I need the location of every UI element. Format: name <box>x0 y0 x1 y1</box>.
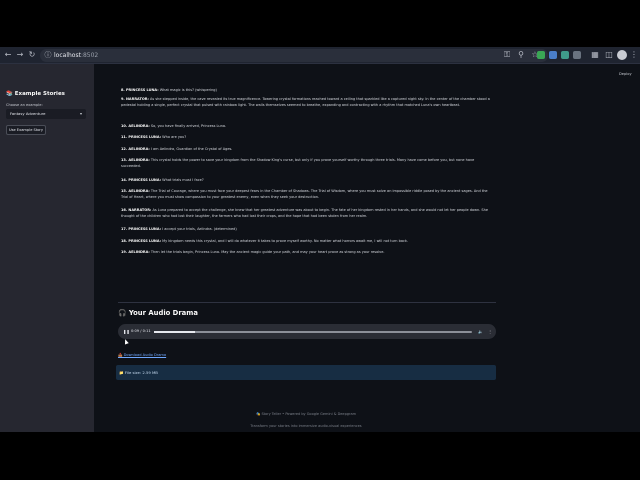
key-icon[interactable]: ⚿ <box>502 50 512 60</box>
script-text: My kingdom needs this crystal, and I wil… <box>161 239 409 243</box>
chevron-down-icon: ▾ <box>79 111 82 116</box>
script-text: What trials must I face? <box>161 178 204 182</box>
script-line: 13. AELINDRA: This crystal holds the pow… <box>121 158 494 170</box>
script-line: 14. PRINCESS LUNA: What trials must I fa… <box>121 178 494 184</box>
puzzle-icon[interactable]: ▦ <box>590 50 600 60</box>
url-text: localhost:8502 <box>54 52 99 59</box>
script-speaker: 11. PRINCESS LUNA: <box>121 135 162 139</box>
more-options-icon[interactable]: ⋮ <box>488 324 492 339</box>
script-speaker: 12. AELINDRA: <box>121 147 150 151</box>
script-speaker: 10. AELINDRA: <box>121 124 150 128</box>
info-icon[interactable]: ⓘ <box>43 50 53 60</box>
script-line: 16. NARRATOR: As Luna prepared to accept… <box>121 208 494 220</box>
script-text: What magic is this? (whispering) <box>158 88 217 92</box>
script-text: As Luna prepared to accept the challenge… <box>121 208 489 218</box>
pause-icon[interactable]: ❚❚ <box>123 324 130 339</box>
extension-icon[interactable] <box>537 51 545 59</box>
audio-player[interactable]: ❚❚ 0:09 / 0:11 🔈 ⋮ <box>118 324 496 339</box>
script-speaker: 18. PRINCESS LUNA: <box>121 239 162 243</box>
script-line: 12. AELINDRA: I am Aelindra, Guardian of… <box>121 147 494 153</box>
section-title: 🎧 Your Audio Drama <box>118 309 198 317</box>
use-example-button[interactable]: Use Example Story <box>6 125 46 135</box>
audio-time: 0:09 / 0:11 <box>131 329 151 333</box>
script-speaker: 17. PRINCESS LUNA: <box>121 227 162 231</box>
script-text: I am Aelindra, Guardian of the Crystal o… <box>149 147 233 151</box>
script-text: This crystal holds the power to save you… <box>121 158 475 168</box>
arrow-right-icon[interactable]: → <box>15 50 25 60</box>
extension-icon[interactable] <box>573 51 581 59</box>
script-speaker: 15. AELINDRA: <box>121 189 150 193</box>
script-line: 9. NARRATOR: As she stepped inside, the … <box>121 97 494 109</box>
browser-toolbar: ← → ↻ ⓘ localhost:8502 ⚿ ⚲ ☆ ▦ ◫ ⋮ <box>0 47 640 64</box>
script-text: Who are you? <box>161 135 187 139</box>
zoom-icon[interactable]: ⚲ <box>516 50 526 60</box>
audio-progress-track[interactable] <box>154 331 472 333</box>
volume-icon[interactable]: 🔈 <box>478 324 483 339</box>
extension-icon[interactable] <box>549 51 557 59</box>
arrow-left-icon[interactable]: ← <box>3 50 13 60</box>
script-line: 8. PRINCESS LUNA: What magic is this? (w… <box>121 88 494 94</box>
script-text: Then let the trials begin, Princess Luna… <box>149 250 385 254</box>
footer-tagline: Transform your stories into immersive au… <box>250 424 362 428</box>
sidebar: 📚 Example Stories Choose an example: Fan… <box>0 64 94 432</box>
file-size-text: 📁 File size: 2.59 MB <box>119 370 158 375</box>
sidebar-title: 📚 Example Stories <box>6 91 65 97</box>
script-speaker: 8. PRINCESS LUNA: <box>121 88 159 92</box>
screen: ← → ↻ ⓘ localhost:8502 ⚿ ⚲ ☆ ▦ ◫ ⋮ 📚 Exa… <box>0 0 640 480</box>
extension-icon[interactable] <box>561 51 569 59</box>
deploy-button[interactable]: Deploy <box>619 72 632 76</box>
script-text: So, you have finally arrived, Princess L… <box>149 124 227 128</box>
example-select[interactable]: Fantasy Adventure ▾ <box>6 109 86 119</box>
sidepanel-icon[interactable]: ◫ <box>604 50 614 60</box>
footer-credit: 🎭 Story Teller • Powered by Google Gemin… <box>255 412 357 416</box>
script-text: As she stepped inside, the cave revealed… <box>121 97 490 107</box>
script-speaker: 16. NARRATOR: <box>121 208 152 212</box>
mouse-cursor-icon <box>123 338 129 345</box>
example-select-value: Fantasy Adventure <box>10 111 46 116</box>
script-line: 17. PRINCESS LUNA: I accept your trials,… <box>121 227 494 233</box>
download-audio-link[interactable]: 📥 Download Audio Drama <box>118 353 166 357</box>
script-text: I accept your trials, Aelindra. (determi… <box>161 227 237 231</box>
audio-progress-fill <box>154 331 196 333</box>
script-speaker: 14. PRINCESS LUNA: <box>121 178 162 182</box>
file-size-info: 📁 File size: 2.59 MB <box>116 365 496 380</box>
script-line: 18. PRINCESS LUNA: My kingdom needs this… <box>121 239 494 245</box>
more-icon[interactable]: ⋮ <box>629 50 639 60</box>
avatar[interactable] <box>617 50 627 60</box>
script-line: 11. PRINCESS LUNA: Who are you? <box>121 135 494 141</box>
script-line: 15. AELINDRA: The Trial of Courage, wher… <box>121 189 494 201</box>
example-select-label: Choose an example: <box>6 103 43 107</box>
divider <box>118 302 496 303</box>
script-line: 10. AELINDRA: So, you have finally arriv… <box>121 124 494 130</box>
script-speaker: 9. NARRATOR: <box>121 97 149 101</box>
address-bar[interactable]: ⓘ localhost:8502 ⚿ ⚲ ☆ <box>40 49 548 62</box>
browser-window: ← → ↻ ⓘ localhost:8502 ⚿ ⚲ ☆ ▦ ◫ ⋮ 📚 Exa… <box>0 47 640 432</box>
script-speaker: 13. AELINDRA: <box>121 158 150 162</box>
script-speaker: 19. AELINDRA: <box>121 250 150 254</box>
script-text: The Trial of Courage, where you must fac… <box>121 189 488 199</box>
script-line: 19. AELINDRA: Then let the trials begin,… <box>121 250 494 256</box>
reload-icon[interactable]: ↻ <box>27 50 37 60</box>
